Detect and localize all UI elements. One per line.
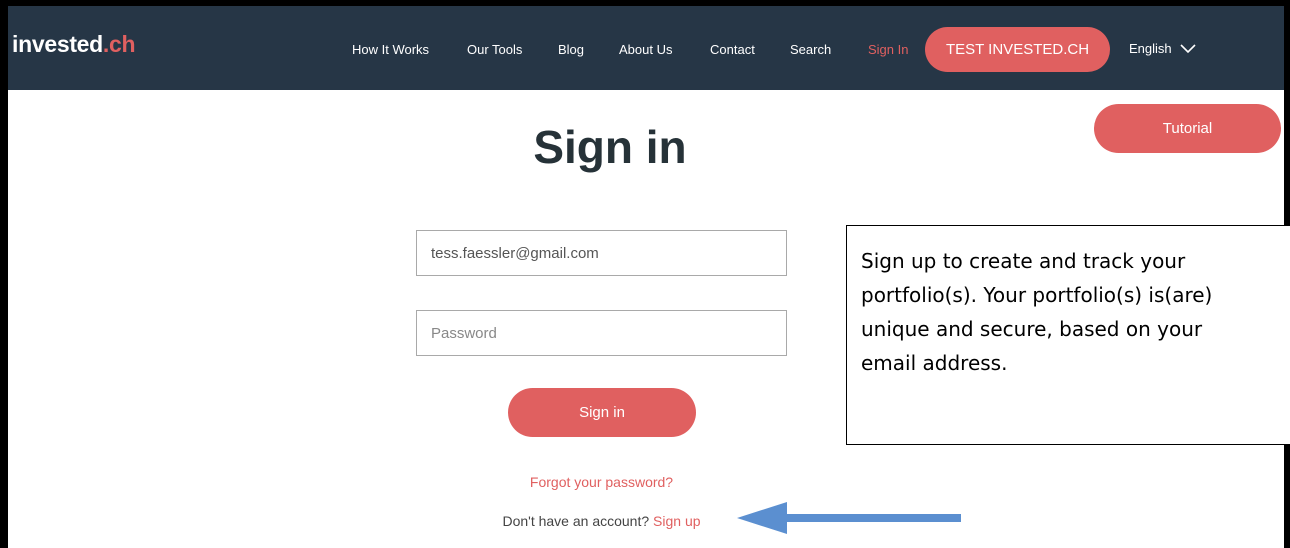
email-field[interactable] [416, 230, 787, 276]
top-navbar: invested.ch How It Works Our Tools Blog … [8, 6, 1284, 90]
brand-logo[interactable]: invested.ch [12, 31, 136, 58]
no-account-text: Don't have an account? [502, 513, 650, 529]
sign-in-button[interactable]: Sign in [508, 388, 696, 437]
page-title: Sign in [533, 121, 687, 173]
password-field[interactable] [416, 310, 787, 356]
brand-name: invested [12, 31, 103, 57]
sign-up-link[interactable]: Sign up [653, 513, 700, 529]
test-invested-button[interactable]: TEST INVESTED.CH [925, 27, 1110, 72]
frame-left [0, 0, 8, 548]
forgot-password-link[interactable]: Forgot your password? [416, 474, 787, 490]
language-label: English [1129, 41, 1172, 56]
nav-our-tools[interactable]: Our Tools [467, 42, 522, 57]
annotation-callout: Sign up to create and track your portfol… [846, 225, 1290, 445]
tutorial-button[interactable]: Tutorial [1094, 104, 1281, 153]
nav-about-us[interactable]: About Us [619, 42, 672, 57]
brand-suffix: .ch [102, 31, 136, 57]
language-selector[interactable]: English [1129, 41, 1196, 56]
nav-blog[interactable]: Blog [558, 42, 584, 57]
nav-sign-in[interactable]: Sign In [868, 42, 908, 57]
arrow-left-icon [737, 502, 961, 534]
nav-search[interactable]: Search [790, 42, 831, 57]
nav-how-it-works[interactable]: How It Works [352, 42, 429, 57]
chevron-down-icon [1180, 43, 1196, 53]
signup-prompt: Don't have an account? Sign up [416, 513, 787, 529]
nav-contact[interactable]: Contact [710, 42, 755, 57]
